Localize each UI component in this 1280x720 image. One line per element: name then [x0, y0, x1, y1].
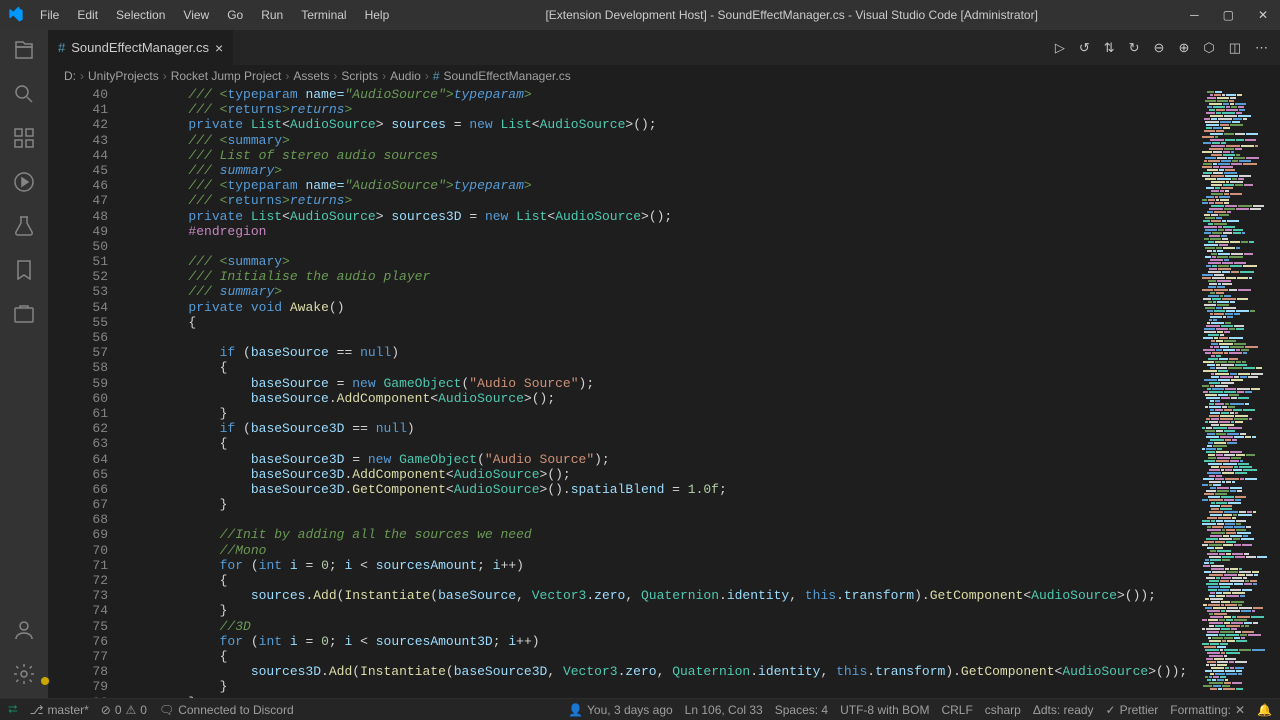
language[interactable]: csharp	[985, 703, 1021, 717]
tab-soundeffectmanager[interactable]: # SoundEffectManager.cs ×	[48, 30, 233, 65]
breadcrumb-item[interactable]: SoundEffectManager.cs	[444, 69, 571, 83]
menu-selection[interactable]: Selection	[108, 4, 173, 26]
editor-actions: ▷ ↺ ⇅ ↻ ⊖ ⊕ ⬡ ◫ ⋯	[1055, 40, 1280, 56]
project-icon[interactable]	[12, 302, 36, 326]
status-bar: ⮂ ⎇ master* ⊘ 0 ⚠ 0 🗨 Connected to Disco…	[0, 698, 1280, 720]
extensions-icon[interactable]	[12, 126, 36, 150]
diff-prev-icon[interactable]: ⊖	[1154, 40, 1165, 56]
dts[interactable]: Δdts: ready	[1033, 703, 1094, 717]
split-icon[interactable]: ◫	[1229, 40, 1241, 56]
csharp-file-icon: #	[58, 40, 65, 55]
eol[interactable]: CRLF	[941, 703, 972, 717]
tab-label: SoundEffectManager.cs	[71, 40, 209, 55]
titlebar: File Edit Selection View Go Run Terminal…	[0, 0, 1280, 30]
play-icon[interactable]: ▷	[1055, 40, 1065, 56]
menu-bar: File Edit Selection View Go Run Terminal…	[32, 4, 397, 26]
settings-icon[interactable]	[12, 662, 36, 686]
breadcrumb-item[interactable]: Assets	[293, 69, 329, 83]
menu-file[interactable]: File	[32, 4, 67, 26]
accounts-icon[interactable]	[12, 618, 36, 642]
bell-icon[interactable]: 🔔	[1257, 703, 1272, 717]
restart-icon[interactable]: ↺	[1079, 40, 1090, 56]
run-debug-icon[interactable]	[12, 170, 36, 194]
menu-view[interactable]: View	[175, 4, 217, 26]
menu-edit[interactable]: Edit	[69, 4, 106, 26]
breadcrumb-item[interactable]: Rocket Jump Project	[171, 69, 282, 83]
window-title: [Extension Development Host] - SoundEffe…	[397, 8, 1186, 22]
editor-area: # SoundEffectManager.cs × ▷ ↺ ⇅ ↻ ⊖ ⊕ ⬡ …	[48, 30, 1280, 698]
breadcrumb-item[interactable]: D:	[64, 69, 76, 83]
formatting[interactable]: Formatting: ✕	[1170, 703, 1245, 717]
minimize-icon[interactable]: ─	[1186, 8, 1203, 22]
activity-bar	[0, 30, 48, 698]
problems[interactable]: ⊘ 0 ⚠ 0	[101, 703, 147, 717]
encoding[interactable]: UTF-8 with BOM	[840, 703, 929, 717]
menu-run[interactable]: Run	[253, 4, 291, 26]
line-gutter: 4041424344454647484950515253545556575859…	[48, 87, 126, 698]
test-icon[interactable]	[12, 214, 36, 238]
code-editor[interactable]: 4041424344454647484950515253545556575859…	[48, 87, 1280, 698]
more-icon[interactable]: ⋯	[1255, 40, 1268, 56]
window-controls: ─ ▢ ✕	[1186, 8, 1272, 22]
indent[interactable]: Spaces: 4	[775, 703, 828, 717]
explorer-icon[interactable]	[12, 38, 36, 62]
cursor-position[interactable]: Ln 106, Col 33	[685, 703, 763, 717]
revert-icon[interactable]: ↻	[1129, 40, 1140, 56]
remote-icon[interactable]: ⮂	[8, 702, 18, 717]
search-icon[interactable]	[12, 82, 36, 106]
git-branch[interactable]: ⎇ master*	[30, 703, 89, 717]
prettier[interactable]: ✓ Prettier	[1106, 703, 1159, 717]
discord-status[interactable]: 🗨 Connected to Discord	[159, 703, 294, 717]
diff-next-icon[interactable]: ⊕	[1178, 40, 1189, 56]
bookmark-icon[interactable]	[12, 258, 36, 282]
breadcrumb-item[interactable]: Audio	[390, 69, 421, 83]
maximize-icon[interactable]: ▢	[1219, 8, 1238, 22]
breadcrumbs[interactable]: D:› UnityProjects› Rocket Jump Project› …	[48, 65, 1280, 87]
vscode-icon	[8, 7, 24, 23]
menu-go[interactable]: Go	[219, 4, 251, 26]
code-content[interactable]: /// <typeparam name="AudioSource">typepa…	[126, 87, 1200, 698]
breadcrumb-item[interactable]: UnityProjects	[88, 69, 159, 83]
git-blame[interactable]: 👤 You, 3 days ago	[568, 703, 673, 717]
compare-icon[interactable]: ⇅	[1104, 40, 1115, 56]
tab-close-icon[interactable]: ×	[215, 40, 223, 56]
breadcrumb-item[interactable]: Scripts	[341, 69, 378, 83]
tab-bar: # SoundEffectManager.cs × ▷ ↺ ⇅ ↻ ⊖ ⊕ ⬡ …	[48, 30, 1280, 65]
close-icon[interactable]: ✕	[1254, 8, 1272, 22]
minimap[interactable]	[1200, 87, 1280, 698]
hexagon-icon[interactable]: ⬡	[1203, 40, 1214, 56]
menu-help[interactable]: Help	[357, 4, 398, 26]
menu-terminal[interactable]: Terminal	[293, 4, 354, 26]
